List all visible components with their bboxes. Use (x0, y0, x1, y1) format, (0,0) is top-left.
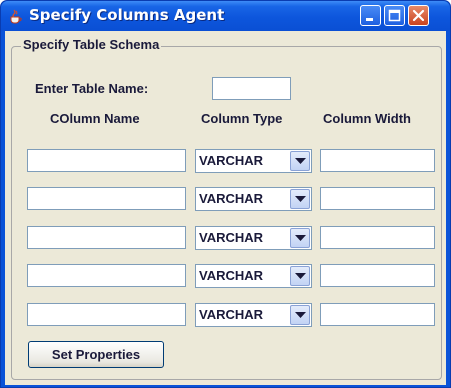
close-icon (412, 9, 425, 22)
dialog-content: Specify Table Schema Enter Table Name: C… (5, 31, 446, 385)
chevron-down-icon (295, 196, 306, 202)
combo-dropdown-button[interactable] (290, 228, 310, 248)
chevron-down-icon (295, 158, 306, 164)
group-title: Specify Table Schema (21, 37, 162, 52)
column-width-input[interactable] (320, 149, 435, 172)
minimize-icon (366, 18, 373, 21)
column-type-value: VARCHAR (199, 191, 264, 206)
chevron-down-icon (295, 312, 306, 318)
column-type-select[interactable]: VARCHAR (195, 303, 312, 327)
combo-dropdown-button[interactable] (290, 305, 310, 325)
column-name-input[interactable] (27, 226, 186, 249)
column-name-input[interactable] (27, 264, 186, 287)
dialog-window: Specify Columns Agent Specify Table Sche… (0, 0, 451, 388)
close-button[interactable] (408, 5, 429, 26)
combo-dropdown-button[interactable] (290, 266, 310, 286)
column-type-select[interactable]: VARCHAR (195, 187, 312, 211)
column-type-value: VARCHAR (199, 230, 264, 245)
combo-dropdown-button[interactable] (290, 151, 310, 171)
column-width-input[interactable] (320, 264, 435, 287)
minimize-button[interactable] (360, 5, 381, 26)
column-type-header: Column Type (201, 111, 283, 126)
maximize-icon (388, 9, 401, 22)
column-type-select[interactable]: VARCHAR (195, 226, 312, 250)
java-cup-icon (10, 9, 22, 24)
column-name-input[interactable] (27, 187, 186, 210)
column-type-select[interactable]: VARCHAR (195, 264, 312, 288)
window-title: Specify Columns Agent (29, 6, 225, 24)
column-type-value: VARCHAR (199, 153, 264, 168)
column-width-input[interactable] (320, 187, 435, 210)
maximize-button[interactable] (384, 5, 405, 26)
column-name-header: COlumn Name (50, 111, 140, 126)
table-name-input[interactable] (212, 77, 291, 100)
column-type-value: VARCHAR (199, 268, 264, 283)
column-width-input[interactable] (320, 226, 435, 249)
chevron-down-icon (295, 235, 306, 241)
column-name-input[interactable] (27, 149, 186, 172)
chevron-down-icon (295, 273, 306, 279)
column-type-select[interactable]: VARCHAR (195, 149, 312, 173)
set-properties-button[interactable]: Set Properties (28, 341, 164, 368)
column-width-input[interactable] (320, 303, 435, 326)
combo-dropdown-button[interactable] (290, 189, 310, 209)
column-width-header: Column Width (323, 111, 411, 126)
column-type-value: VARCHAR (199, 307, 264, 322)
title-bar[interactable]: Specify Columns Agent (1, 1, 450, 31)
column-name-input[interactable] (27, 303, 186, 326)
table-name-label: Enter Table Name: (35, 81, 149, 96)
